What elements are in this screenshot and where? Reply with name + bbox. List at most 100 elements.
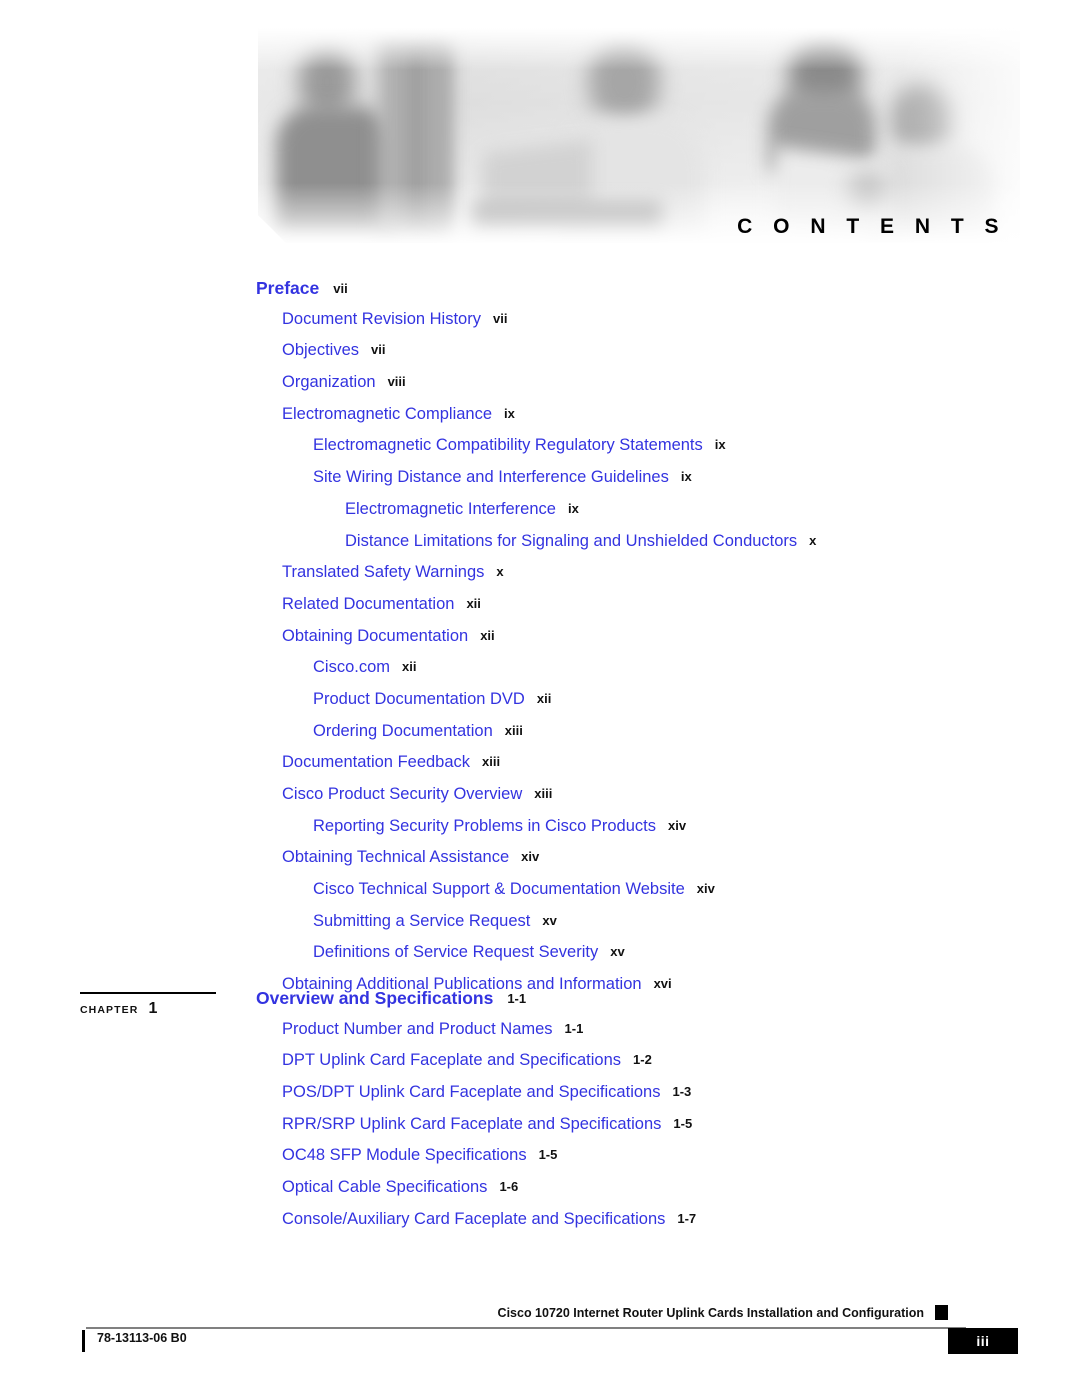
toc-entry-label: Definitions of Service Request Severity <box>313 943 599 962</box>
toc-entry-label: Objectives <box>282 341 360 360</box>
toc-entry-label: Electromagnetic Compliance <box>282 404 493 423</box>
toc-entry[interactable]: Documentation Feedback xiii <box>0 753 1080 785</box>
toc-entry-page: ix <box>714 437 726 453</box>
toc-entry[interactable]: Product Number and Product Names 1-1 <box>0 1020 1080 1052</box>
toc-entry[interactable]: Ordering Documentation xiii <box>0 722 1080 754</box>
toc-entry-label: Translated Safety Warnings <box>282 563 485 582</box>
toc-entry-label: Ordering Documentation <box>313 721 493 740</box>
table-of-contents: Preface vii Document Revision History vii O… <box>0 278 1080 1007</box>
toc-entry-page: xiii <box>534 786 553 801</box>
toc-entry-page: vii <box>492 310 508 326</box>
toc-section-preface: Document Revision History vii Objectives vi… <box>0 310 1080 1007</box>
page-footer: Cisco 10720 Internet Router Uplink Cards… <box>0 1300 1080 1380</box>
toc-entry-label: RPR/SRP Uplink Card Faceplate and Specif… <box>282 1114 662 1133</box>
toc-entry-label: DPT Uplink Card Faceplate and Specificat… <box>282 1051 622 1070</box>
toc-entry-page: xiv <box>667 817 687 833</box>
toc-entry[interactable]: Organization viii <box>0 373 1080 405</box>
toc-entry-page: 1-7 <box>677 1210 697 1226</box>
toc-entry-page: xiv <box>521 849 540 865</box>
toc-entry-label: Related Documentation <box>282 594 455 613</box>
toc-entry-label: OC48 SFP Module Specifications <box>282 1146 527 1165</box>
toc-entry[interactable]: Submitting a Service Request xv <box>0 912 1080 944</box>
toc-entry-label: Preface <box>256 278 320 298</box>
toc-entry[interactable]: Electromagnetic Compliance ix <box>0 405 1080 437</box>
toc-entry-page: xii <box>466 595 481 611</box>
toc-heading-preface[interactable]: Preface vii <box>0 278 1080 310</box>
page-title: C O N T E N T S <box>737 215 1006 238</box>
toc-entry-page: ix <box>680 469 692 485</box>
toc-entry[interactable]: Obtaining Documentation xii <box>0 627 1080 659</box>
toc-entry-label: Documentation Feedback <box>282 753 471 772</box>
toc-entry[interactable]: Objectives vii <box>0 341 1080 373</box>
footer-square-marker <box>935 1305 948 1320</box>
toc-entry-page: xii <box>480 627 495 643</box>
toc-entry[interactable]: Translated Safety Warnings x <box>0 563 1080 595</box>
toc-entry-page: ix <box>567 500 579 516</box>
toc-entry-label: Obtaining Technical Assistance <box>282 848 510 867</box>
toc-entry-page: 1-5 <box>538 1147 558 1163</box>
toc-entry[interactable]: Site Wiring Distance and Interference Gu… <box>0 468 1080 500</box>
toc-entry-page: xiii <box>504 722 523 738</box>
toc-entry-page: x <box>496 564 504 580</box>
contents-banner: C O N T E N T S <box>258 28 1020 243</box>
toc-entry-label: Obtaining Documentation <box>282 626 469 645</box>
toc-entry-page: xiii <box>482 754 501 770</box>
toc-entry-label: Overview and Specifications <box>256 988 494 1008</box>
toc-entry-label: Cisco Technical Support & Documentation … <box>313 880 685 899</box>
toc-entry-label: Cisco.com <box>313 658 391 677</box>
toc-section-chapter1: Product Number and Product Names 1-1 DPT U… <box>0 1020 1080 1242</box>
toc-entry-label: Console/Auxiliary Card Faceplate and Spe… <box>282 1209 666 1228</box>
toc-entry-label: Product Documentation DVD <box>313 689 525 708</box>
toc-heading-chapter1[interactable]: Overview and Specifications 1-1 <box>0 988 1080 1020</box>
toc-entry-page: xii <box>402 659 417 675</box>
toc-entry-page: 1-1 <box>507 991 527 1006</box>
footer-page-number-tab: iii <box>948 1328 1018 1354</box>
toc-entry-label: Cisco Product Security Overview <box>282 785 523 803</box>
toc-entry[interactable]: Electromagnetic Compatibility Regulatory… <box>0 436 1080 468</box>
toc-entry-page: x <box>809 532 817 548</box>
toc-entry-label: Organization <box>282 373 376 392</box>
toc-entry[interactable]: Definitions of Service Request Severity x… <box>0 943 1080 975</box>
toc-entry[interactable]: OC48 SFP Module Specifications 1-5 <box>0 1146 1080 1178</box>
toc-entry[interactable]: DPT Uplink Card Faceplate and Specificat… <box>0 1051 1080 1083</box>
toc-entry-page: 1-6 <box>499 1179 519 1195</box>
toc-entry-label: Site Wiring Distance and Interference Gu… <box>313 468 669 487</box>
toc-entry-label: Product Number and Product Names <box>282 1019 553 1038</box>
toc-entry[interactable]: Cisco.com xii <box>0 658 1080 690</box>
toc-entry-page: xii <box>536 690 552 706</box>
toc-entry[interactable]: Document Revision History vii <box>0 310 1080 342</box>
toc-entry-label: Optical Cable Specifications <box>282 1178 488 1197</box>
toc-entry-label: Electromagnetic Interference <box>345 499 556 518</box>
toc-entry-page: ix <box>504 405 515 421</box>
toc-entry-label: POS/DPT Uplink Card Faceplate and Specif… <box>282 1083 661 1102</box>
toc-entry[interactable]: Cisco Technical Support & Documentation … <box>0 880 1080 912</box>
toc-entry-label: Electromagnetic Compatibility Regulatory… <box>313 436 703 455</box>
footer-document-title: Cisco 10720 Internet Router Uplink Cards… <box>497 1306 924 1320</box>
toc-entry[interactable]: Electromagnetic Interference ix <box>0 500 1080 532</box>
footer-tick-marker <box>82 1330 85 1352</box>
toc-entry-page: xv <box>610 944 625 960</box>
toc-entry-page: xv <box>542 912 557 928</box>
toc-entry[interactable]: POS/DPT Uplink Card Faceplate and Specif… <box>0 1083 1080 1115</box>
toc-entry[interactable]: Related Documentation xii <box>0 595 1080 627</box>
toc-entry[interactable]: Distance Limitations for Signaling and U… <box>0 532 1080 564</box>
toc-entry-label: Reporting Security Problems in Cisco Pro… <box>313 816 656 835</box>
toc-entry[interactable]: RPR/SRP Uplink Card Faceplate and Specif… <box>0 1115 1080 1147</box>
toc-entry[interactable]: Console/Auxiliary Card Faceplate and Spe… <box>0 1210 1080 1242</box>
toc-entry-page: xiv <box>696 881 715 897</box>
toc-entry[interactable]: Obtaining Technical Assistance xiv <box>0 848 1080 880</box>
toc-entry-page: 1-2 <box>633 1052 652 1068</box>
toc-entry-page: 1-5 <box>673 1115 693 1131</box>
toc-entry-label: Document Revision History <box>282 309 481 328</box>
toc-entry[interactable]: Product Documentation DVD xii <box>0 690 1080 722</box>
toc-entry[interactable]: Cisco Product Security Overview xiii <box>0 785 1080 817</box>
toc-entry-label: Distance Limitations for Signaling and U… <box>345 531 798 550</box>
toc-entry[interactable]: Optical Cable Specifications 1-6 <box>0 1178 1080 1210</box>
toc-entry-page: viii <box>387 374 406 390</box>
toc-entry-page: 1-3 <box>672 1084 692 1100</box>
footer-document-number: 78-13113-06 B0 <box>97 1331 187 1345</box>
toc-entry-page: vii <box>371 342 386 358</box>
footer-rule-divider <box>86 1327 966 1329</box>
toc-entry[interactable]: Reporting Security Problems in Cisco Pro… <box>0 817 1080 849</box>
toc-entry-page: vii <box>333 281 348 296</box>
